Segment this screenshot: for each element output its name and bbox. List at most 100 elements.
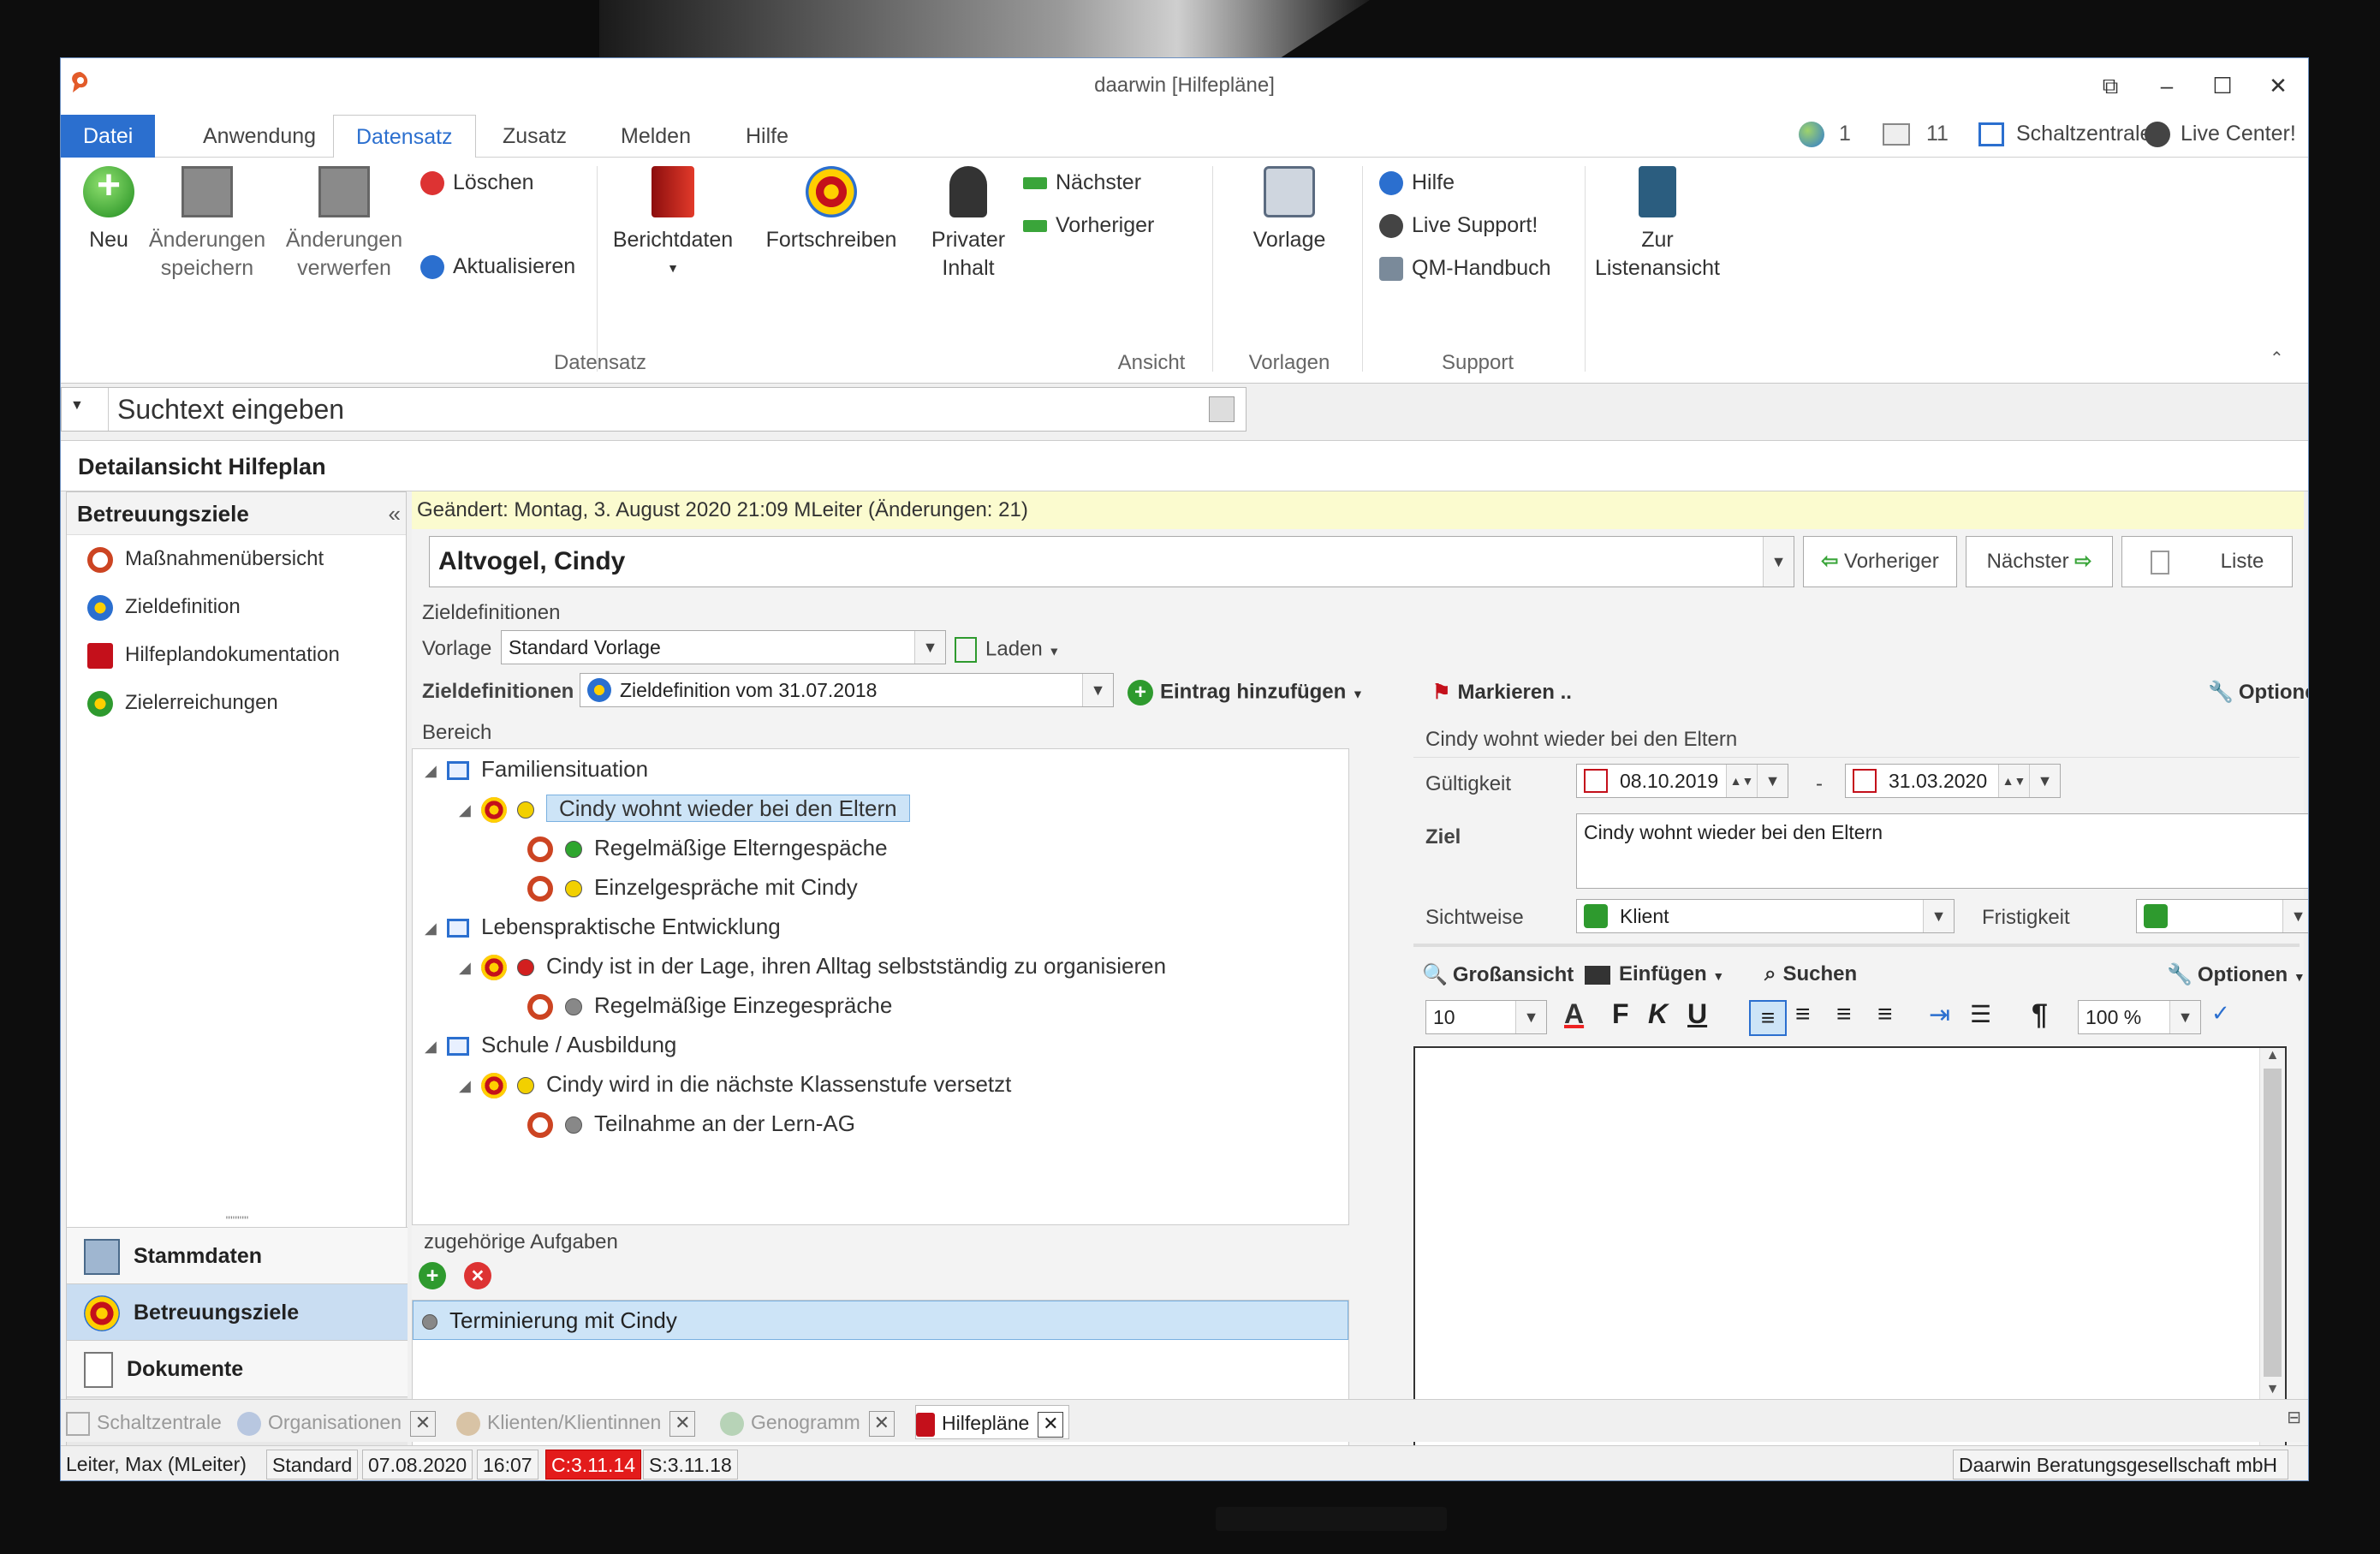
indent-icon[interactable]: ⇥ <box>1929 1000 1950 1030</box>
tab-anwendung[interactable]: Anwendung <box>181 115 338 158</box>
font-color-icon[interactable]: A <box>1564 998 1584 1030</box>
fortschreiben-button[interactable]: Fortschreiben <box>763 166 900 254</box>
live-support-button[interactable]: Live Support! <box>1379 211 1538 240</box>
search-input[interactable]: ▼ Suchtext eingeben <box>61 387 1247 432</box>
chevron-down-icon[interactable]: ▼ <box>914 631 945 664</box>
sidebar-item-dokumentation[interactable]: Hilfeplandokumentation <box>67 631 406 679</box>
expand-caret-icon[interactable]: ◢ <box>459 1066 481 1105</box>
grossansicht-button[interactable]: 🔍 Großansicht <box>1422 962 1574 987</box>
expand-caret-icon[interactable]: ◢ <box>425 908 447 948</box>
nav-stammdaten[interactable]: Stammdaten <box>67 1227 408 1283</box>
discard-button[interactable]: Änderungen verwerfen <box>280 166 408 283</box>
align-right-icon[interactable]: ≡ <box>1836 1000 1852 1029</box>
chevron-down-icon[interactable]: ▼ <box>2029 765 2060 797</box>
nav-betreuungsziele[interactable]: Betreuungsziele <box>67 1283 408 1340</box>
restore-ribbon-icon[interactable]: ⧉ <box>2093 70 2127 101</box>
new-button[interactable]: + Neu <box>66 165 152 254</box>
minimize-button[interactable]: – <box>2150 70 2184 101</box>
chevron-down-icon[interactable]: ▼ <box>2282 900 2308 932</box>
remove-task-icon[interactable]: × <box>463 1262 491 1289</box>
private-content-button[interactable]: Privater Inhalt <box>917 166 1020 283</box>
close-tab-icon[interactable]: ✕ <box>669 1410 696 1437</box>
options-button[interactable]: 🔧Optionen ▼ <box>2208 680 2308 705</box>
list-view-button[interactable]: Zur Listenansicht <box>1585 166 1730 283</box>
collapse-pane-icon[interactable]: « <box>389 492 401 535</box>
valid-from-field[interactable]: 08.10.2019 ▲▼ ▼ <box>1576 764 1788 798</box>
spinner-icon[interactable]: ▲▼ <box>1998 765 2029 797</box>
tree-group-row[interactable]: ◢ Schule / Ausbildung <box>413 1025 1348 1064</box>
zieldefinition-select[interactable]: Zieldefinition vom 31.07.2018 ▼ <box>580 673 1114 707</box>
font-size-select[interactable]: 10 ▼ <box>1425 1000 1547 1034</box>
tab-zusatz[interactable]: Zusatz <box>480 115 589 158</box>
zoom-select[interactable]: 100 % ▼ <box>2078 1000 2201 1034</box>
align-left-icon[interactable]: ≡ <box>1749 1000 1787 1036</box>
tree-task-row[interactable]: Teilnahme an der Lern-AG <box>413 1104 1348 1143</box>
suchen-button[interactable]: ⌕ Suchen <box>1764 962 1857 986</box>
tab-melden[interactable]: Melden <box>598 115 713 158</box>
valid-to-field[interactable]: 31.03.2020 ▲▼ ▼ <box>1845 764 2061 798</box>
ziel-textarea[interactable]: Cindy wohnt wieder bei den Eltern <box>1576 813 2308 889</box>
add-task-icon[interactable]: + <box>419 1262 446 1289</box>
sichtweise-select[interactable]: Klient ▼ <box>1576 899 1955 933</box>
berichtdaten-button[interactable]: Berichtdaten ▼ <box>609 166 737 283</box>
underline-icon[interactable]: U <box>1687 998 1707 1030</box>
tab-datei[interactable]: Datei <box>61 115 156 158</box>
pilcrow-icon[interactable]: ¶ <box>2032 998 2048 1032</box>
spellcheck-icon[interactable]: ✓ <box>2211 1000 2230 1027</box>
expand-caret-icon[interactable]: ◢ <box>425 751 447 790</box>
justify-icon[interactable]: ≡ <box>1877 1000 1893 1029</box>
doctab-organisationen[interactable]: Organisationen ✕ <box>237 1405 436 1439</box>
tab-datensatz[interactable]: Datensatz <box>333 115 476 158</box>
help-button[interactable]: Hilfe <box>1379 168 1455 197</box>
mark-button[interactable]: ⚑ Markieren .. <box>1432 680 1572 705</box>
bold-icon[interactable]: F <box>1612 998 1629 1030</box>
close-tab-icon[interactable]: ✕ <box>410 1410 436 1437</box>
tree-goal-row[interactable]: ◢ Cindy wohnt wieder bei den Eltern <box>413 789 1348 828</box>
doctab-genogramm[interactable]: Genogramm ✕ <box>720 1405 895 1439</box>
expand-caret-icon[interactable]: ◢ <box>425 1027 447 1066</box>
vorlage-button[interactable]: Vorlage <box>1234 166 1345 254</box>
tab-overflow-icon[interactable]: ⊟ <box>2287 1407 2301 1428</box>
scroll-up-icon[interactable]: ▲ <box>2260 1048 2285 1063</box>
tree-task-row[interactable]: Regelmäßige Einzegespräche <box>413 985 1348 1025</box>
refresh-button[interactable]: Aktualisieren <box>420 252 575 281</box>
next-button[interactable]: Nächster <box>1023 168 1141 197</box>
delete-button[interactable]: Löschen <box>420 168 534 197</box>
italic-icon[interactable]: K <box>1648 998 1668 1030</box>
chevron-down-icon[interactable]: ▼ <box>1757 765 1788 797</box>
list-item[interactable]: Terminierung mit Cindy <box>413 1301 1348 1340</box>
search-clear-icon[interactable] <box>1209 396 1235 422</box>
list-icon[interactable]: ☰ <box>1970 1000 1991 1028</box>
expand-caret-icon[interactable]: ◢ <box>459 948 481 987</box>
close-tab-icon[interactable]: ✕ <box>868 1410 895 1437</box>
schaltzentrale-menu[interactable]: Schaltzentrale ▼ <box>1978 122 2171 147</box>
chevron-down-icon[interactable]: ▼ <box>1515 1001 1546 1033</box>
scroll-down-icon[interactable]: ▼ <box>2260 1382 2285 1397</box>
chevron-down-icon[interactable]: ▼ <box>1763 537 1794 586</box>
tree-group-row[interactable]: ◢ Familiensituation <box>413 749 1348 789</box>
sidebar-item-massnahmen[interactable]: Maßnahmenübersicht <box>67 535 406 583</box>
text-editor[interactable]: ▲ ▼ <box>1413 1046 2287 1450</box>
tab-hilfe[interactable]: Hilfe <box>723 115 811 158</box>
tree-task-row[interactable]: Einzelgespräche mit Cindy <box>413 867 1348 907</box>
doctab-schaltzentrale[interactable]: Schaltzentrale <box>66 1405 222 1439</box>
editor-options-button[interactable]: 🔧 Optionen ▼ <box>2167 962 2306 987</box>
tree-goal-row[interactable]: ◢ Cindy wird in die nächste Klassenstufe … <box>413 1064 1348 1104</box>
prev-record-button[interactable]: ⇦ Vorheriger <box>1803 536 1957 587</box>
vorlage-select[interactable]: Standard Vorlage ▼ <box>501 630 946 664</box>
client-select[interactable]: Altvogel, Cindy ▼ <box>429 536 1794 587</box>
next-record-button[interactable]: Nächster ⇨ <box>1966 536 2113 587</box>
doctab-klienten[interactable]: Klienten/Klientinnen ✕ <box>456 1405 696 1439</box>
chevron-down-icon[interactable]: ▼ <box>2169 1001 2200 1033</box>
save-button[interactable]: Änderungen speichern <box>143 166 271 283</box>
editor-scrollbar[interactable]: ▲ ▼ <box>2259 1048 2285 1449</box>
maximize-button[interactable]: ☐ <box>2205 70 2240 101</box>
doctab-hilfeplaene[interactable]: Hilfepläne ✕ <box>915 1405 1070 1439</box>
chevron-down-icon[interactable]: ▼ <box>1923 900 1954 932</box>
collapse-ribbon-icon[interactable]: ⌃ <box>2270 348 2284 369</box>
prev-button[interactable]: Vorheriger <box>1023 211 1154 240</box>
fristigkeit-select[interactable]: ▼ <box>2136 899 2308 933</box>
sidebar-item-zieldefinition[interactable]: Zieldefinition <box>67 583 406 631</box>
live-center-button[interactable]: Live Center! <box>2145 122 2296 148</box>
scroll-thumb[interactable] <box>2264 1069 2282 1377</box>
